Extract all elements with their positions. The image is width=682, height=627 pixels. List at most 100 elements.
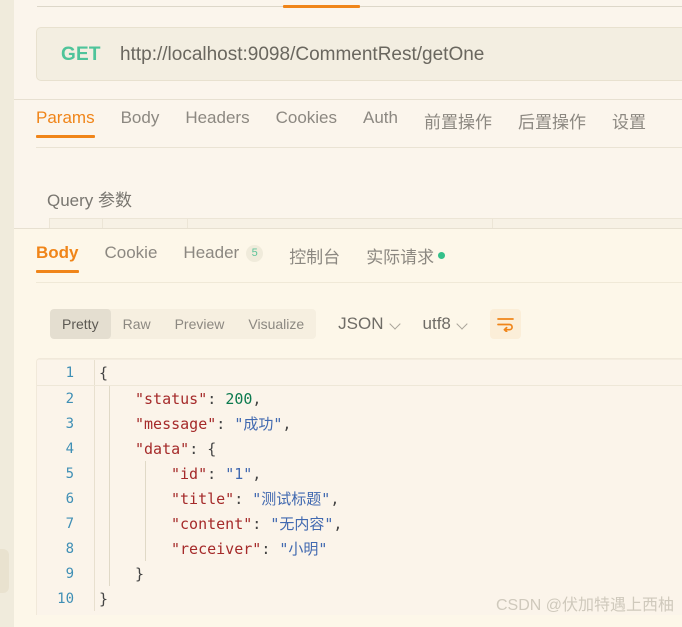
json-token-str: "1" [225,464,253,483]
json-token-key: "content" [171,515,253,533]
json-token-punct: , [252,464,262,483]
request-panel-divider [14,99,682,100]
code-line: 3 "message": "成功", [37,411,682,436]
api-client-window: GET http://localhost:9098/CommentRest/ge… [0,0,682,627]
request-tab-4[interactable]: Auth [363,108,398,138]
code-line-text: "title": "测试标题", [84,488,339,509]
code-line-text: { [84,364,108,382]
word-wrap-toggle-button[interactable] [489,309,521,339]
response-tab-1[interactable]: Cookie [105,243,158,273]
gutter-divider [94,511,95,536]
line-number: 9 [65,565,74,582]
line-number: 7 [65,515,74,532]
response-format-toolbar: Pretty Raw Preview Visualize JSON utf8 [50,309,521,339]
format-mode-pretty[interactable]: Pretty [50,309,111,339]
indent-guide [109,386,110,411]
request-tab-7[interactable]: 设置 [612,108,646,143]
chevron-down-icon [391,319,401,329]
json-token-str: "无内容" [270,515,334,533]
response-tab-list: Body Cookie Header 5 控制台 实际请求 [36,243,471,279]
code-line-text: "data": { [84,440,216,458]
indent-guide [109,511,110,536]
format-mode-group: Pretty Raw Preview Visualize [50,309,317,339]
gutter-divider [94,561,95,586]
status-dot-icon [438,252,446,259]
json-token-punct: : [261,540,280,558]
json-token-str: "测试标题" [252,490,331,508]
code-line: 2 "status": 200, [37,386,682,411]
line-number: 5 [65,465,74,482]
code-line: 9} [37,561,682,586]
response-tab-2[interactable]: Header 5 [183,243,264,273]
json-token-punct: : [207,389,226,408]
response-body-code-viewer[interactable]: 1{2 "status": 200, 3 "message": "成功", 4 "data… [36,358,682,615]
code-line: 7 "content": "无内容", [37,511,682,536]
chevron-down-icon [458,319,468,329]
gutter-divider [94,411,95,436]
active-request-tab-indicator[interactable] [283,5,360,8]
line-number: 1 [65,364,74,381]
request-tab-1[interactable]: Body [121,108,160,138]
url-input[interactable]: http://localhost:9098/CommentRest/getOne [120,44,484,66]
code-line-text: } [84,565,144,583]
request-tab-5[interactable]: 前置操作 [424,108,492,143]
code-line: 1{ [37,359,682,386]
json-token-str: "成功" [234,415,283,433]
code-line-text: "status": 200, [84,390,261,408]
json-token-key: "id" [171,464,208,483]
watermark: CSDN @伏加特遇上西柚 [495,597,674,614]
language-select-value: JSON [338,314,384,333]
json-token-punct: } [135,564,145,583]
json-token-punct: , [330,490,340,508]
language-select[interactable]: JSON [338,314,400,334]
json-token-key: "title" [171,490,235,508]
request-tab-3[interactable]: Cookies [276,108,337,138]
response-tab-0[interactable]: Body [36,243,79,273]
json-token-key: "receiver" [171,540,262,558]
indent-guide [109,486,110,511]
request-tab-6[interactable]: 后置操作 [518,108,586,143]
indent-guide [145,536,146,561]
response-tab-3[interactable]: 控制台 [289,243,340,278]
json-token-str: "小明" [279,540,328,558]
gutter-divider [94,536,95,561]
indent-guide [109,461,110,486]
response-tab-underline [36,282,682,283]
response-tab-label: Header [183,243,240,262]
encoding-select[interactable]: utf8 [423,314,468,334]
response-tab-label: 控制台 [289,248,341,267]
format-mode-preview[interactable]: Preview [163,309,237,339]
request-tab-0[interactable]: Params [36,108,95,138]
request-tab-2[interactable]: Headers [185,108,249,138]
indent-guide [145,461,146,486]
response-tab-label: 实际请求 [366,248,435,267]
indent-guide [145,486,146,511]
line-number: 6 [65,490,74,507]
sidebar-collapse-handle[interactable] [0,549,9,593]
json-token-punct: : [216,415,235,433]
json-token-key: "message" [135,415,217,433]
indent-guide [109,411,110,436]
line-number: 2 [65,390,74,407]
json-token-punct: : [207,464,226,483]
url-bar[interactable]: GET http://localhost:9098/CommentRest/ge… [36,27,682,81]
response-tab-label: Cookie [104,243,158,262]
gutter-divider [94,586,95,611]
code-line: 8 "receiver": "小明" [37,536,682,561]
response-tab-4[interactable]: 实际请求 [366,243,446,278]
request-panel: GET http://localhost:9098/CommentRest/ge… [14,0,682,229]
request-tab-underline [36,147,682,148]
query-params-title: Query 参数 [47,191,133,210]
format-mode-visualize[interactable]: Visualize [236,309,316,339]
gutter-divider [94,436,95,461]
json-token-key: "data" [135,439,190,458]
left-rail [0,0,14,627]
json-token-punct: } [99,589,109,608]
encoding-select-value: utf8 [422,314,451,333]
word-wrap-icon [497,317,514,332]
line-number: 8 [65,540,74,557]
json-token-key: "status" [135,389,208,408]
code-line: 5 "id": "1", [37,461,682,486]
format-mode-raw[interactable]: Raw [111,309,163,339]
header-count-badge: 5 [246,244,264,262]
